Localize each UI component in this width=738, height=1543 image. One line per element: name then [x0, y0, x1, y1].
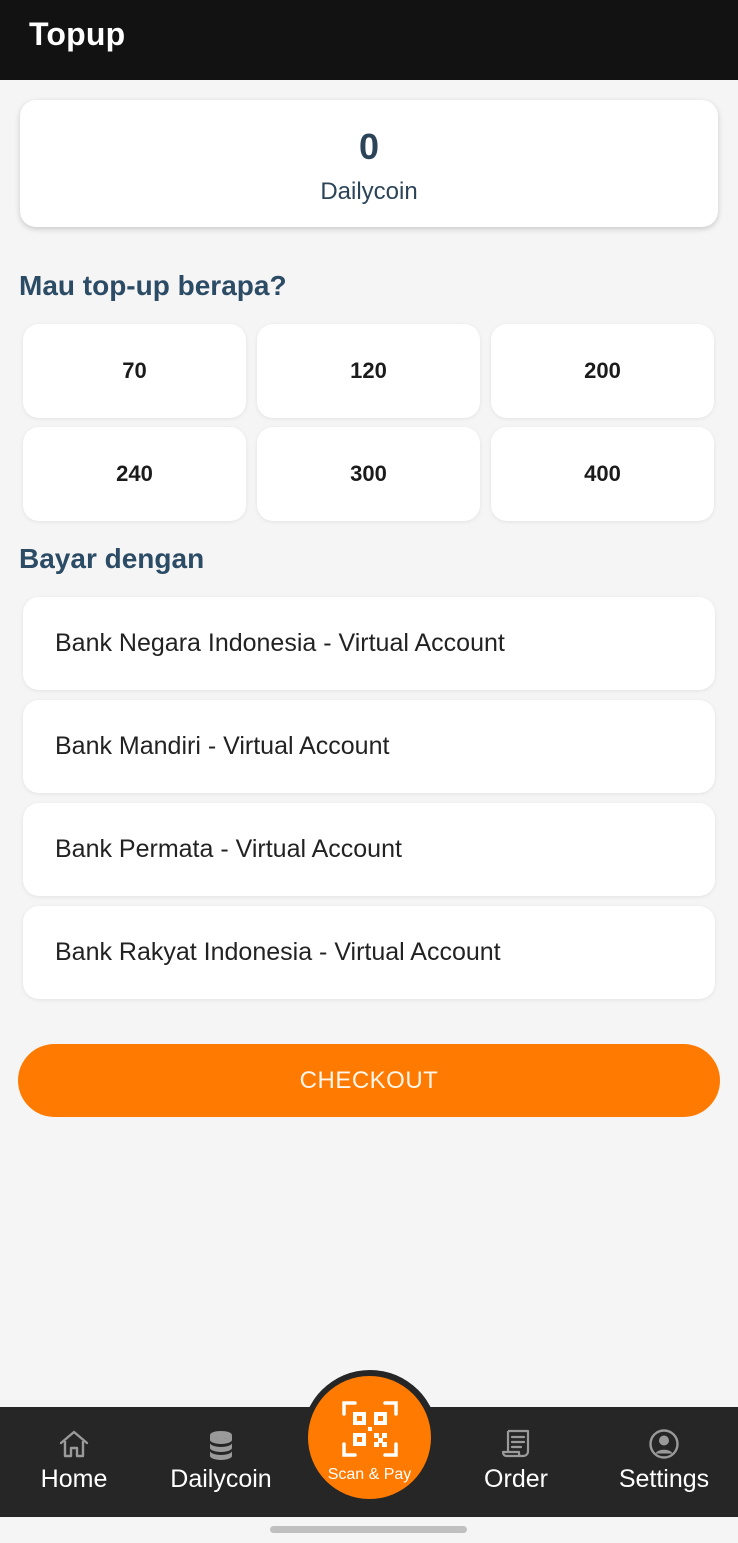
payment-option-label: Bank Permata - Virtual Account — [55, 835, 402, 863]
nav-dailycoin[interactable]: Dailycoin — [161, 1407, 281, 1517]
amount-option-70[interactable]: 70 — [23, 324, 246, 418]
amount-option-200[interactable]: 200 — [491, 324, 714, 418]
payment-option-permata[interactable]: Bank Permata - Virtual Account — [23, 803, 715, 896]
page-title: Topup — [29, 16, 126, 52]
home-indicator — [270, 1526, 467, 1533]
amount-option-400[interactable]: 400 — [491, 427, 714, 521]
amount-option-240[interactable]: 240 — [23, 427, 246, 521]
checkout-label: CHECKOUT — [299, 1066, 439, 1094]
nav-home-label: Home — [40, 1465, 108, 1493]
payment-option-label: Bank Rakyat Indonesia - Virtual Account — [55, 938, 501, 966]
amount-option-300[interactable]: 300 — [257, 427, 480, 521]
payment-option-bni[interactable]: Bank Negara Indonesia - Virtual Account — [23, 597, 715, 690]
nav-settings-label: Settings — [618, 1465, 710, 1493]
nav-order[interactable]: Order — [456, 1407, 576, 1517]
user-circle-icon — [649, 1429, 679, 1459]
amount-option-120[interactable]: 120 — [257, 324, 480, 418]
nav-order-label: Order — [484, 1465, 548, 1493]
balance-label: Dailycoin — [320, 178, 418, 205]
nav-settings[interactable]: Settings — [604, 1407, 724, 1517]
scan-and-pay-label: Scan & Pay — [327, 1466, 412, 1483]
nav-dailycoin-label: Dailycoin — [170, 1465, 272, 1493]
payment-section-title: Bayar dengan — [19, 543, 205, 574]
coins-icon — [210, 1431, 232, 1460]
payment-option-label: Bank Mandiri - Virtual Account — [55, 732, 390, 760]
receipt-icon — [501, 1429, 530, 1458]
payment-option-mandiri[interactable]: Bank Mandiri - Virtual Account — [23, 700, 715, 793]
nav-home[interactable]: Home — [14, 1407, 134, 1517]
payment-option-label: Bank Negara Indonesia - Virtual Account — [55, 629, 505, 657]
scan-and-pay-button[interactable]: Scan & Pay — [308, 1376, 431, 1499]
amount-section-title: Mau top-up berapa? — [19, 270, 287, 301]
checkout-button[interactable]: CHECKOUT — [18, 1044, 720, 1117]
qr-code-icon — [341, 1401, 398, 1457]
home-icon — [59, 1430, 89, 1458]
payment-option-bri[interactable]: Bank Rakyat Indonesia - Virtual Account — [23, 906, 715, 999]
balance-value: 0 — [358, 126, 380, 167]
